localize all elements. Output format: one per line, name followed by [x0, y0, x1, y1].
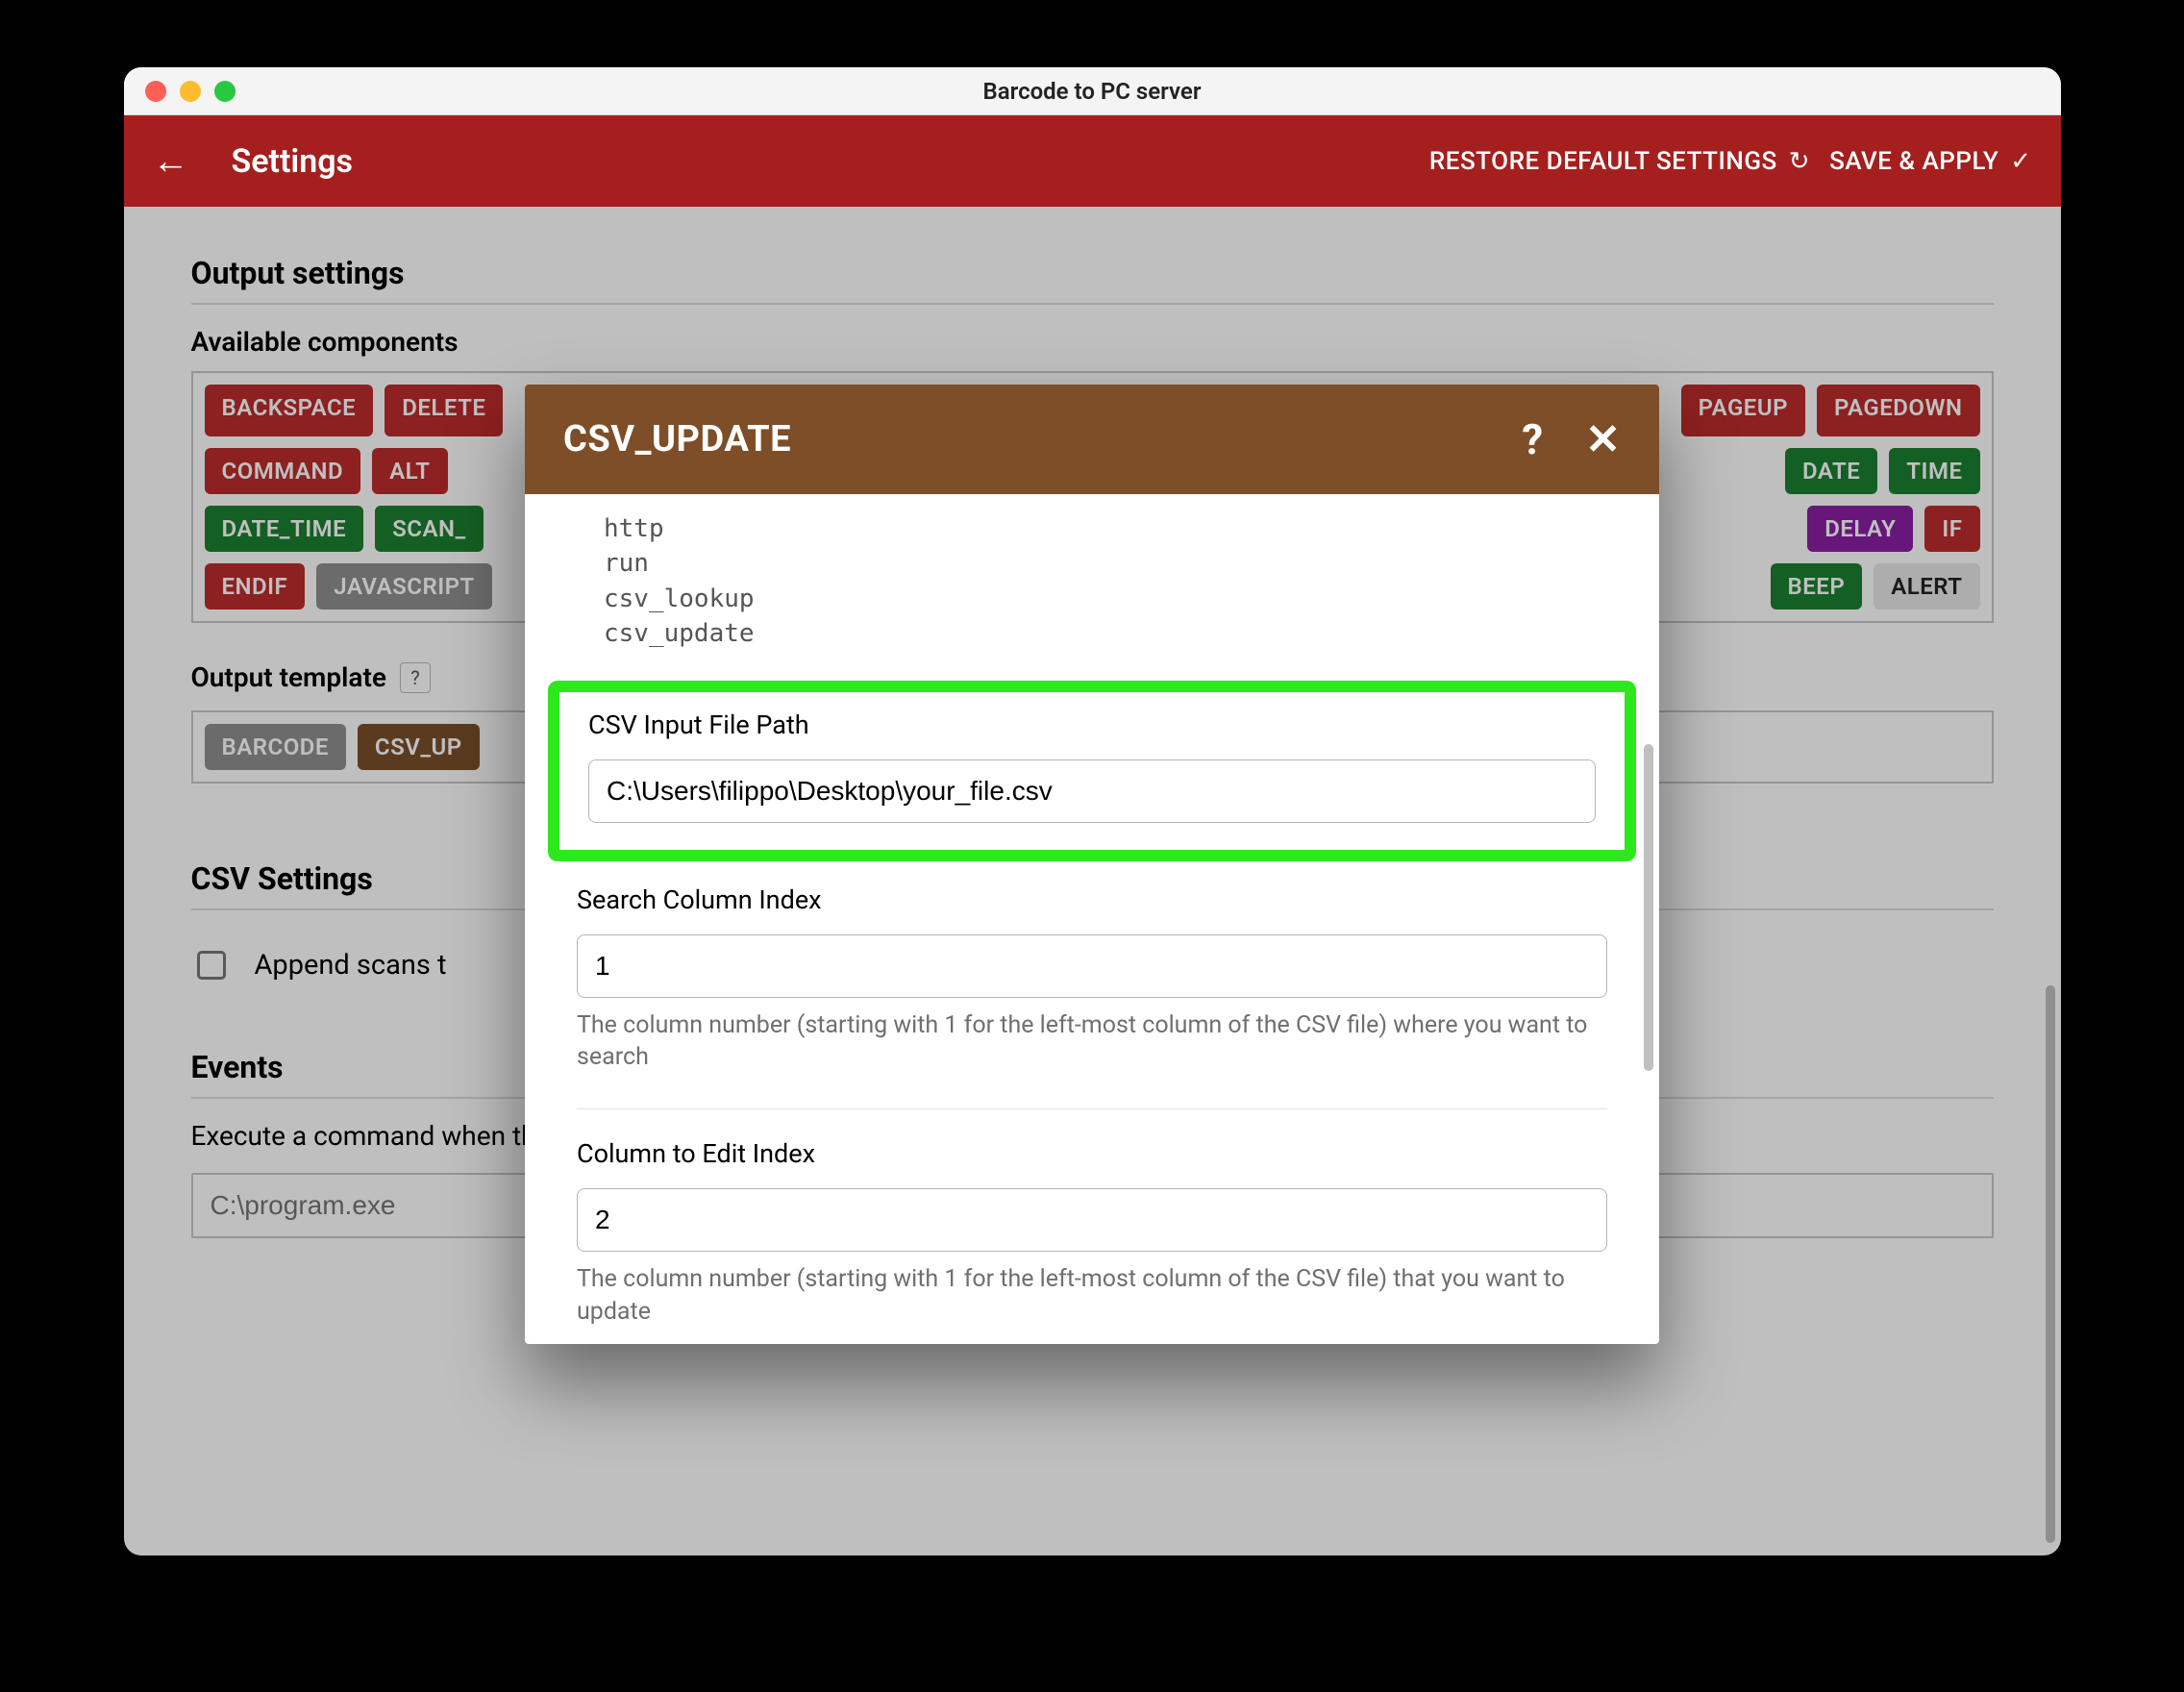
window-controls [145, 81, 236, 102]
modal-header: CSV_UPDATE ? ✕ [525, 385, 1659, 494]
check-icon: ✓ [2010, 147, 2031, 176]
csv-path-input[interactable] [588, 759, 1596, 823]
search-column-group: Search Column Index The column number (s… [577, 884, 1607, 1075]
edit-column-help: The column number (starting with 1 for t… [577, 1263, 1607, 1329]
zoom-window-button[interactable] [214, 81, 236, 102]
minimize-window-button[interactable] [180, 81, 201, 102]
refresh-icon: ↻ [1789, 147, 1810, 176]
csv-path-label: CSV Input File Path [588, 709, 1596, 740]
app-header: ← Settings RESTORE DEFAULT SETTINGS ↻ SA… [124, 115, 2061, 207]
modal-code-snippet: http run csv_lookup csv_update [577, 511, 1607, 652]
modal-close-icon[interactable]: ✕ [1585, 414, 1621, 464]
back-arrow-icon[interactable]: ← [153, 140, 189, 183]
modal-scrollbar[interactable] [1644, 744, 1653, 1071]
page-title: Settings [232, 142, 354, 181]
code-line: csv_update [604, 616, 1607, 651]
code-line: csv_lookup [604, 582, 1607, 616]
modal-body: http run csv_lookup csv_update CSV Input… [525, 494, 1659, 1344]
restore-defaults-button[interactable]: RESTORE DEFAULT SETTINGS ↻ [1429, 147, 1810, 176]
save-apply-button[interactable]: SAVE & APPLY ✓ [1829, 147, 2031, 176]
macos-titlebar: Barcode to PC server [124, 67, 2061, 115]
app-window: Barcode to PC server ← Settings RESTORE … [124, 67, 2061, 1555]
save-apply-label: SAVE & APPLY [1829, 147, 1998, 176]
window-title: Barcode to PC server [124, 78, 2061, 105]
search-column-input[interactable] [577, 934, 1607, 998]
restore-label: RESTORE DEFAULT SETTINGS [1429, 147, 1777, 176]
search-column-label: Search Column Index [577, 884, 1607, 915]
modal-help-icon[interactable]: ? [1522, 414, 1543, 464]
code-line: run [604, 546, 1607, 581]
modal-title: CSV_UPDATE [563, 418, 791, 460]
edit-column-label: Column to Edit Index [577, 1138, 1607, 1169]
close-window-button[interactable] [145, 81, 166, 102]
csv-update-modal: CSV_UPDATE ? ✕ http run csv_lookup csv_u… [525, 385, 1659, 1344]
csv-path-highlight: CSV Input File Path [548, 681, 1636, 861]
divider [577, 1108, 1607, 1109]
edit-column-input[interactable] [577, 1188, 1607, 1252]
code-line: http [604, 511, 1607, 546]
edit-column-group: Column to Edit Index The column number (… [577, 1138, 1607, 1329]
search-column-help: The column number (starting with 1 for t… [577, 1009, 1607, 1075]
